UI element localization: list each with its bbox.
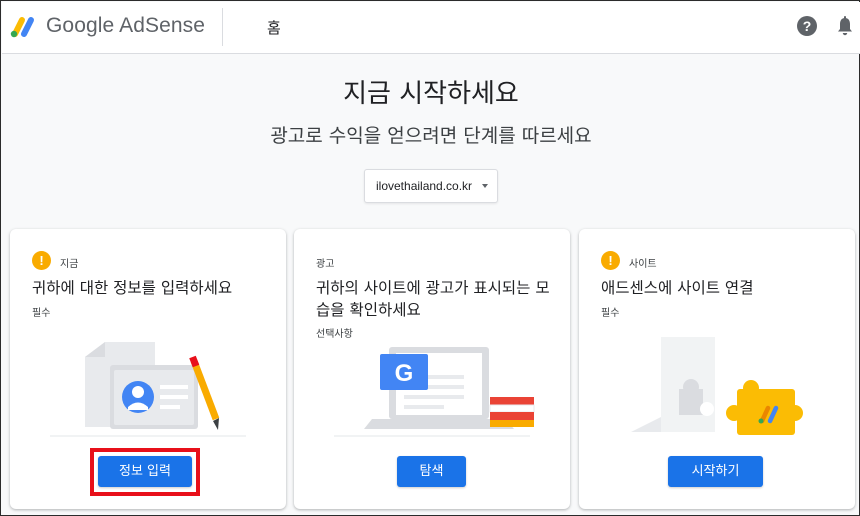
warning-icon: ! [32, 251, 51, 270]
warning-icon: ! [601, 251, 620, 270]
card-site: ! 사이트 애드센스에 사이트 연결 필수 시작하기 [579, 229, 855, 509]
bell-icon[interactable] [836, 15, 854, 37]
card-ads: 광고 귀하의 사이트에 광고가 표시되는 모습을 확인하세요 선택사항 G 탐색 [294, 229, 570, 509]
site-selector[interactable]: ilovethailand.co.kr [364, 169, 498, 203]
card-note: 필수 [32, 308, 51, 319]
site-selector-value: ilovethailand.co.kr [376, 179, 473, 193]
card-tag: 광고 [316, 259, 335, 270]
page-frame: Google AdSense 홈 ? 지금 시작하세요 광고로 수익을 얻으려면… [0, 0, 860, 516]
card-title: 귀하에 대한 정보를 입력하세요 [32, 279, 233, 297]
card-title: 귀하의 사이트에 광고가 표시되는 모습을 확인하세요 [316, 279, 550, 319]
svg-text:G: G [395, 360, 414, 387]
top-bar: Google AdSense 홈 ? [2, 2, 860, 54]
hero-title: 지금 시작하세요 [343, 79, 519, 109]
header-divider [222, 8, 223, 46]
help-icon[interactable]: ? [797, 16, 817, 36]
highlight-box [90, 448, 200, 496]
page-title: 홈 [267, 19, 281, 37]
site-connect-illustration [631, 337, 803, 435]
get-started-button[interactable]: 시작하기 [668, 456, 763, 487]
chevron-down-icon [482, 184, 488, 188]
brand-name[interactable]: Google AdSense [46, 14, 205, 38]
profile-card-illustration [50, 342, 246, 437]
card-note: 필수 [601, 308, 620, 319]
adsense-logo-icon[interactable] [8, 12, 38, 40]
card-tag: 사이트 [629, 259, 657, 270]
card-title: 애드센스에 사이트 연결 [601, 279, 754, 297]
hero-subtitle: 광고로 수익을 얻으려면 단계를 따르세요 [270, 125, 592, 147]
ads-preview-illustration: G [334, 347, 535, 437]
explore-button[interactable]: 탐색 [397, 456, 466, 487]
card-tag: 지금 [60, 259, 79, 270]
